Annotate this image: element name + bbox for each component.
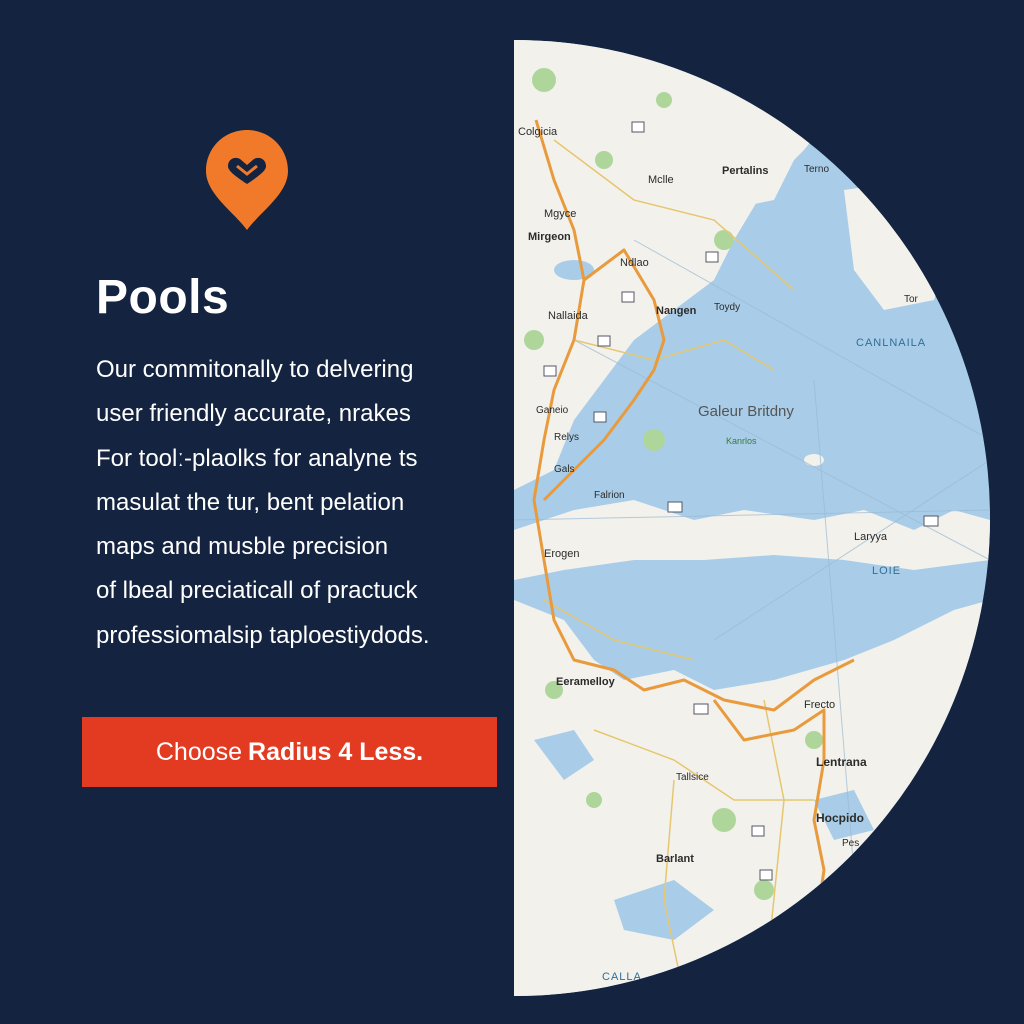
map-label: Falrion — [594, 490, 625, 501]
map-surface: Colgicia Mclle Pertalins Terno Mgyce Mir… — [514, 40, 990, 996]
page-title: Pools — [96, 271, 230, 324]
choose-radius-button[interactable]: Choose Radius 4 Less. — [82, 717, 497, 787]
map-label: Nallaida — [548, 310, 589, 322]
map-label: CANLNAILA — [856, 337, 926, 349]
map-label: Tor — [904, 294, 919, 305]
map-label: Pertalins — [722, 165, 768, 177]
map-label: Barlant — [656, 853, 694, 865]
map-label: Terno — [804, 164, 829, 175]
map-label: Mclle — [648, 174, 674, 186]
description-line: of lbeal preciaticall of practuck — [96, 577, 418, 605]
map-label: Erogen — [544, 548, 579, 560]
map-label: Nangen — [656, 305, 697, 317]
description-line: For toolː-plaolks for analyne ts — [96, 444, 418, 472]
map-label: Relys — [554, 432, 579, 443]
map-pin-heart-icon — [204, 128, 290, 232]
map-label: Laryya — [854, 531, 888, 543]
description: Our commitonally to delvering user frien… — [96, 348, 486, 658]
description-line: masulat the tur, bent pelation — [96, 488, 405, 516]
cta-label-light: Choose — [155, 737, 243, 766]
map-label: Eeramelloy — [556, 676, 616, 688]
map-panel[interactable]: Colgicia Mclle Pertalins Terno Mgyce Mir… — [514, 40, 990, 996]
map-label: Pes — [842, 838, 859, 849]
map-label: Toydy — [714, 302, 740, 313]
map-label: LOIE — [872, 565, 901, 577]
map-label: Kanrlos — [726, 436, 757, 446]
map-label: Ndlao — [620, 257, 649, 269]
map-label: Lentrana — [816, 755, 867, 769]
map-label: Tallsice — [676, 772, 709, 783]
map-label: Mgyce — [544, 208, 576, 220]
map-label: Frecto — [804, 699, 835, 711]
description-line: Our commitonally to delvering — [96, 356, 414, 383]
map-label: Colgicia — [518, 126, 558, 138]
map-label: Gals — [554, 464, 575, 475]
map-label: Hocpido — [816, 811, 864, 825]
map-label: Galeur Britdny — [698, 403, 794, 420]
description-line: user friendly accurate, nrakes — [96, 400, 411, 428]
cta-label-bold: Radius 4 Less. — [248, 737, 424, 766]
map-label: Mirgeon — [528, 231, 571, 243]
description-line: professiomalsip taploestiydods. — [96, 621, 430, 649]
map-label: CALLA — [602, 971, 642, 983]
map-label: Ganeio — [536, 405, 569, 416]
description-line: maps and musble precision — [96, 533, 389, 561]
